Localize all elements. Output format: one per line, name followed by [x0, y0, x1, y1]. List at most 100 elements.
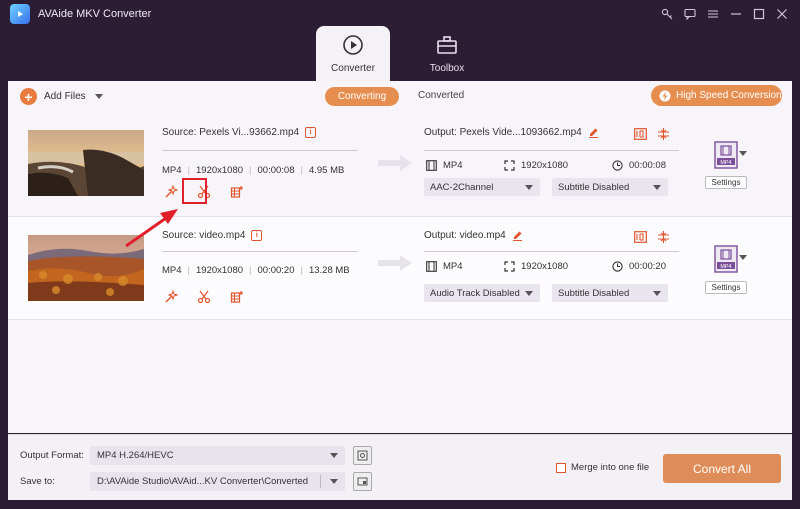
rename-icon[interactable]	[512, 230, 523, 241]
enhance-icon[interactable]	[163, 289, 179, 305]
output-meta: MP4 1920x1080 00:00:20	[424, 261, 680, 275]
source-meta: MP4 | 1920x1080 | 00:00:08 | 4.95 MB	[162, 165, 345, 176]
video-thumbnail[interactable]	[28, 235, 144, 301]
chevron-down-icon[interactable]	[739, 151, 747, 156]
mp4-badge-label: MP4	[720, 160, 731, 166]
tab-converter-label: Converter	[331, 63, 375, 74]
chevron-down-icon	[525, 185, 533, 190]
info-panel-icon[interactable]	[634, 231, 647, 243]
key-icon[interactable]	[658, 6, 675, 22]
compress-icon[interactable]	[657, 231, 670, 243]
output-format: MP4	[443, 261, 463, 272]
output-format-select[interactable]: MP4 H.264/HEVC	[90, 446, 345, 465]
divider	[424, 251, 679, 252]
output-label: Output: Pexels Vide...1093662.mp4	[424, 127, 582, 138]
clock-icon	[612, 261, 623, 272]
bottom-bar: Output Format: MP4 H.264/HEVC Save to: D…	[8, 434, 792, 500]
menu-icon[interactable]	[704, 6, 721, 22]
source-duration: 00:00:08	[257, 165, 295, 176]
source-label: Source: Pexels Vi...93662.mp4	[162, 127, 300, 138]
add-files-button[interactable]: + Add Files	[20, 88, 103, 105]
converting-tab[interactable]: Converting	[325, 87, 399, 106]
merge-checkbox[interactable]	[556, 462, 566, 473]
app-window: AVAide MKV Converter Converter Toolbox +…	[0, 0, 800, 509]
tab-converter[interactable]: Converter	[316, 26, 390, 82]
source-size: 4.95 MB	[308, 165, 345, 176]
subtitle-value: Subtitle Disabled	[558, 181, 630, 193]
rename-icon[interactable]	[588, 127, 599, 138]
cut-highlight-box	[182, 178, 207, 204]
audio-track-value: Audio Track Disabled	[430, 287, 520, 299]
resolution-icon	[504, 160, 515, 171]
source-format: MP4	[162, 265, 182, 276]
subtitle-value: Subtitle Disabled	[558, 287, 630, 299]
video-thumbnail[interactable]	[28, 130, 144, 196]
source-resolution: 1920x1080	[196, 265, 244, 276]
audio-track-dropdown[interactable]: Audio Track Disabled	[424, 284, 540, 302]
file-row: Source: Pexels Vi...93662.mp4 i MP4 | 192…	[8, 113, 792, 217]
subtitle-dropdown[interactable]: Subtitle Disabled	[552, 284, 668, 302]
app-title: AVAide MKV Converter	[38, 8, 152, 20]
chevron-down-icon	[330, 479, 338, 484]
converter-icon	[343, 35, 363, 55]
source-filename: Source: Pexels Vi...93662.mp4 i	[162, 127, 317, 138]
info-icon[interactable]: i	[305, 127, 317, 138]
open-folder-button[interactable]	[353, 472, 372, 491]
info-icon[interactable]: i	[251, 230, 263, 241]
output-duration: 00:00:20	[629, 261, 666, 272]
save-to-select[interactable]: D:\AVAide Studio\AVAid...KV Converter\Co…	[90, 472, 345, 491]
format-settings-button[interactable]	[353, 446, 372, 465]
maximize-icon[interactable]	[750, 6, 767, 22]
edit-icon[interactable]	[229, 289, 245, 305]
convert-arrow-icon	[378, 155, 412, 171]
merge-label: Merge into one file	[571, 462, 650, 473]
info-panel-icon[interactable]	[634, 128, 647, 140]
app-logo	[10, 4, 30, 24]
resolution-icon	[504, 261, 515, 272]
format-settings-icon	[357, 450, 368, 461]
source-label: Source: video.mp4	[162, 230, 246, 241]
source-size: 13.28 MB	[308, 265, 350, 276]
convert-all-button[interactable]: Convert All	[663, 454, 781, 483]
minimize-icon[interactable]	[727, 6, 744, 22]
tab-toolbox-label: Toolbox	[429, 63, 465, 74]
save-to-label: Save to:	[20, 476, 55, 487]
output-resolution: 1920x1080	[521, 261, 569, 272]
audio-track-value: AAC-2Channel	[430, 181, 494, 193]
high-speed-conversion-button[interactable]: High Speed Conversion	[651, 85, 782, 106]
source-duration: 00:00:20	[257, 265, 295, 276]
audio-track-dropdown[interactable]: AAC-2Channel	[424, 178, 540, 196]
mp4-badge-label: MP4	[720, 264, 731, 270]
source-filename: Source: video.mp4 i	[162, 230, 263, 241]
cut-icon[interactable]	[196, 289, 212, 305]
toolbox-icon	[437, 36, 457, 54]
chevron-down-icon[interactable]	[94, 94, 103, 99]
subtitle-dropdown[interactable]: Subtitle Disabled	[552, 178, 668, 196]
source-format: MP4	[162, 165, 182, 176]
merge-option[interactable]: Merge into one file	[556, 462, 649, 473]
converted-tab[interactable]: Converted	[418, 90, 464, 101]
output-duration: 00:00:08	[629, 160, 666, 171]
tab-toolbox[interactable]: Toolbox	[410, 26, 484, 82]
divider	[424, 150, 679, 151]
chat-icon[interactable]	[681, 6, 698, 22]
plus-icon: +	[20, 88, 37, 105]
output-label: Output: video.mp4	[424, 230, 506, 241]
lightning-icon	[659, 90, 671, 101]
edit-icon[interactable]	[229, 184, 245, 200]
converter-panel: + Add Files Converting Converted High Sp…	[8, 81, 792, 433]
toolbar: + Add Files Converting Converted High Sp…	[8, 81, 792, 113]
chevron-down-icon[interactable]	[739, 255, 747, 260]
compress-icon[interactable]	[657, 128, 670, 140]
settings-button[interactable]: Settings	[705, 281, 747, 294]
enhance-icon[interactable]	[163, 184, 179, 200]
output-format-label: Output Format:	[20, 450, 84, 461]
source-resolution: 1920x1080	[196, 165, 244, 176]
file-row: Source: video.mp4 i MP4 | 1920x1080 | 00:0…	[8, 217, 792, 320]
settings-button[interactable]: Settings	[705, 176, 747, 189]
divider	[162, 150, 358, 151]
convert-arrow-icon	[378, 255, 412, 271]
close-icon[interactable]	[773, 6, 790, 22]
chevron-down-icon	[653, 291, 661, 296]
add-files-label: Add Files	[44, 91, 86, 102]
